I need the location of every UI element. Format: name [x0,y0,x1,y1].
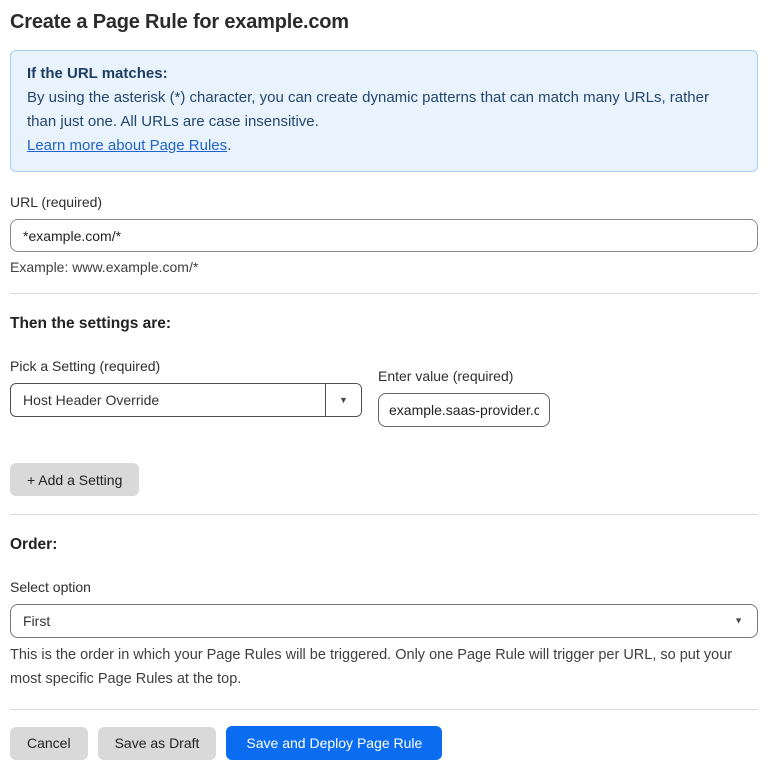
save-deploy-button[interactable]: Save and Deploy Page Rule [226,726,443,760]
order-select-value: First [23,613,51,629]
enter-value-label: Enter value (required) [378,368,514,384]
info-box-heading: If the URL matches: [27,65,168,82]
url-input[interactable] [10,219,758,252]
url-matches-info-box: If the URL matches: By using the asteris… [10,50,758,172]
setting-select[interactable]: Host Header Override ▼ [10,383,362,417]
info-box-body: By using the asterisk (*) character, you… [27,89,709,130]
page-title: Create a Page Rule for example.com [10,11,349,33]
cancel-button[interactable]: Cancel [10,726,88,760]
divider [10,514,758,515]
learn-more-link[interactable]: Learn more about Page Rules [27,137,227,154]
create-page-rule-form: Create a Page Rule for example.com If th… [0,0,772,760]
order-helper-text: This is the order in which your Page Rul… [10,647,733,687]
pick-setting-column: Pick a Setting (required) Host Header Ov… [10,357,362,417]
url-label: URL (required) [10,194,103,210]
setting-select-arrow-button[interactable]: ▼ [325,384,361,416]
chevron-down-icon: ▼ [339,394,348,405]
save-draft-button[interactable]: Save as Draft [97,726,217,760]
divider [10,293,758,294]
pick-setting-label: Pick a Setting (required) [10,358,161,374]
add-setting-button[interactable]: + Add a Setting [10,463,140,496]
settings-row: Pick a Setting (required) Host Header Ov… [10,357,758,427]
url-section: URL (required) Example: www.example.com/… [10,193,758,275]
order-select[interactable]: First ▼ [10,604,758,638]
order-section: Order: Select option First ▼ This is the… [10,536,758,691]
footer-actions: Cancel Save as Draft Save and Deploy Pag… [10,726,758,760]
setting-value-input[interactable] [378,393,550,427]
settings-section: Then the settings are: Pick a Setting (r… [10,315,758,496]
link-suffix: . [227,137,232,154]
info-box-link-line: Learn more about Page Rules. [27,134,741,158]
settings-heading: Then the settings are: [10,315,172,332]
select-option-label: Select option [10,579,91,595]
enter-value-column: Enter value (required) [378,367,550,427]
chevron-down-icon: ▼ [734,615,743,626]
url-example-helper: Example: www.example.com/* [10,259,199,275]
order-heading: Order: [10,536,58,553]
setting-select-value: Host Header Override [23,392,160,408]
divider [10,709,758,710]
